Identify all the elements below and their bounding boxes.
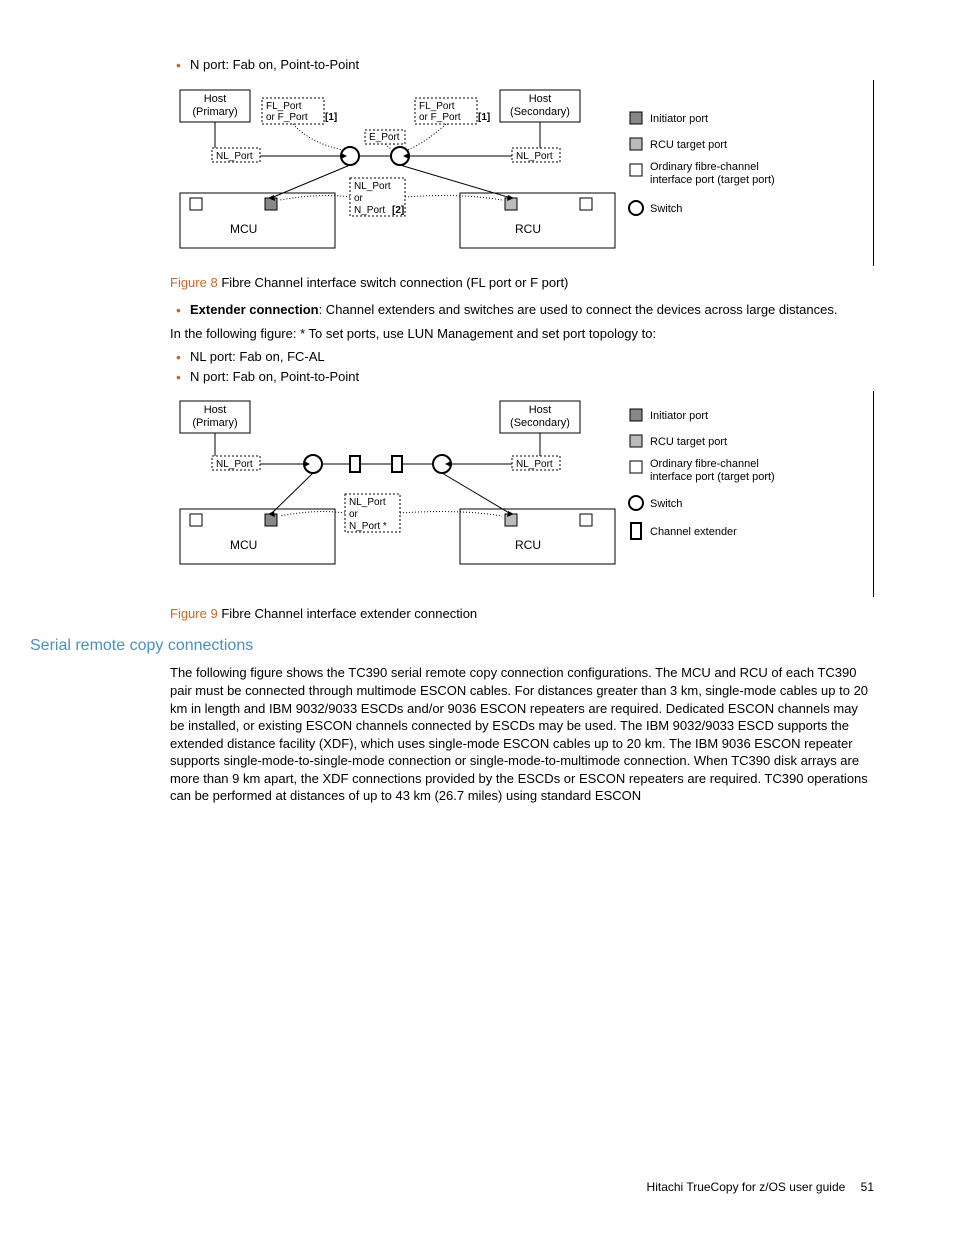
fig-label: Figure 9	[170, 606, 218, 621]
footer-text: Hitachi TrueCopy for z/OS user guide	[647, 1180, 846, 1194]
figure-8-diagram: Host (Primary) Host (Secondary) FL_Port …	[170, 80, 874, 266]
figure-8-caption: Figure 8 Fibre Channel interface switch …	[170, 274, 874, 292]
svg-text:or: or	[354, 193, 364, 204]
svg-text:RCU target port: RCU target port	[650, 139, 727, 151]
svg-text:or F_Port: or F_Port	[266, 112, 308, 123]
bullet-list: N port: Fab on, Point-to-Point	[170, 56, 874, 74]
svg-text:(Primary): (Primary)	[192, 106, 237, 118]
svg-text:NL_Port: NL_Port	[349, 497, 386, 508]
svg-text:(Secondary): (Secondary)	[510, 106, 570, 118]
list-text: : Channel extenders and switches are use…	[319, 302, 838, 317]
svg-text:N_Port: N_Port	[354, 205, 385, 216]
svg-text:RCU: RCU	[515, 538, 541, 552]
svg-text:(Primary): (Primary)	[192, 417, 237, 429]
list-item: NL port: Fab on, FC-AL	[190, 348, 874, 366]
svg-text:NL_Port: NL_Port	[216, 151, 253, 162]
svg-text:Host: Host	[204, 404, 227, 416]
svg-text:Initiator port: Initiator port	[650, 410, 708, 422]
svg-text:Host: Host	[529, 404, 552, 416]
section-heading: Serial remote copy connections	[30, 635, 874, 657]
svg-text:(Secondary): (Secondary)	[510, 417, 570, 429]
fig-label: Figure 8	[170, 275, 218, 290]
page-footer: Hitachi TrueCopy for z/OS user guide 51	[647, 1179, 874, 1195]
svg-text:Switch: Switch	[650, 203, 682, 215]
fig-caption-text: Fibre Channel interface extender connect…	[221, 606, 477, 621]
svg-text:N_Port *: N_Port *	[349, 521, 387, 532]
svg-text:interface port (target port): interface port (target port)	[650, 174, 775, 186]
list-item: N port: Fab on, Point-to-Point	[190, 56, 874, 74]
fig-caption-text: Fibre Channel interface switch connectio…	[221, 275, 568, 290]
svg-text:Host: Host	[529, 93, 552, 105]
svg-text:MCU: MCU	[230, 538, 257, 552]
list-text: N port: Fab on, Point-to-Point	[190, 57, 359, 72]
paragraph: In the following figure: * To set ports,…	[170, 325, 874, 343]
svg-text:Host: Host	[204, 93, 227, 105]
svg-text:FL_Port: FL_Port	[266, 101, 302, 112]
page-number: 51	[861, 1180, 874, 1194]
svg-text:MCU: MCU	[230, 222, 257, 236]
list-lead: Extender connection	[190, 302, 319, 317]
svg-text:NL_Port: NL_Port	[516, 459, 553, 470]
list-text: N port: Fab on, Point-to-Point	[190, 369, 359, 384]
bullet-list: Extender connection: Channel extenders a…	[170, 301, 874, 319]
svg-text:NL_Port: NL_Port	[354, 181, 391, 192]
svg-text:NL_Port: NL_Port	[216, 459, 253, 470]
paragraph: The following figure shows the TC390 ser…	[170, 664, 874, 804]
svg-text:RCU target port: RCU target port	[650, 436, 727, 448]
svg-text:[1]: [1]	[478, 112, 490, 123]
svg-text:Ordinary fibre-channel: Ordinary fibre-channel	[650, 161, 759, 173]
list-text: NL port: Fab on, FC-AL	[190, 349, 325, 364]
list-item: Extender connection: Channel extenders a…	[190, 301, 874, 319]
svg-text:or: or	[349, 509, 359, 520]
svg-text:NL_Port: NL_Port	[516, 151, 553, 162]
figure-9-caption: Figure 9 Fibre Channel interface extende…	[170, 605, 874, 623]
figure-9-diagram: Host (Primary) Host (Secondary) NL_Port …	[170, 391, 874, 597]
svg-text:FL_Port: FL_Port	[419, 101, 455, 112]
svg-text:E_Port: E_Port	[369, 132, 400, 143]
svg-text:Ordinary fibre-channel: Ordinary fibre-channel	[650, 458, 759, 470]
list-item: N port: Fab on, Point-to-Point	[190, 368, 874, 386]
svg-text:Channel extender: Channel extender	[650, 526, 737, 538]
svg-text:or F_Port: or F_Port	[419, 112, 461, 123]
svg-text:Switch: Switch	[650, 498, 682, 510]
bullet-list: NL port: Fab on, FC-AL N port: Fab on, P…	[170, 348, 874, 385]
svg-text:[1]: [1]	[325, 112, 337, 123]
svg-text:interface port (target port): interface port (target port)	[650, 471, 775, 483]
svg-text:[2]: [2]	[392, 205, 404, 216]
svg-text:RCU: RCU	[515, 222, 541, 236]
svg-text:Initiator port: Initiator port	[650, 113, 708, 125]
